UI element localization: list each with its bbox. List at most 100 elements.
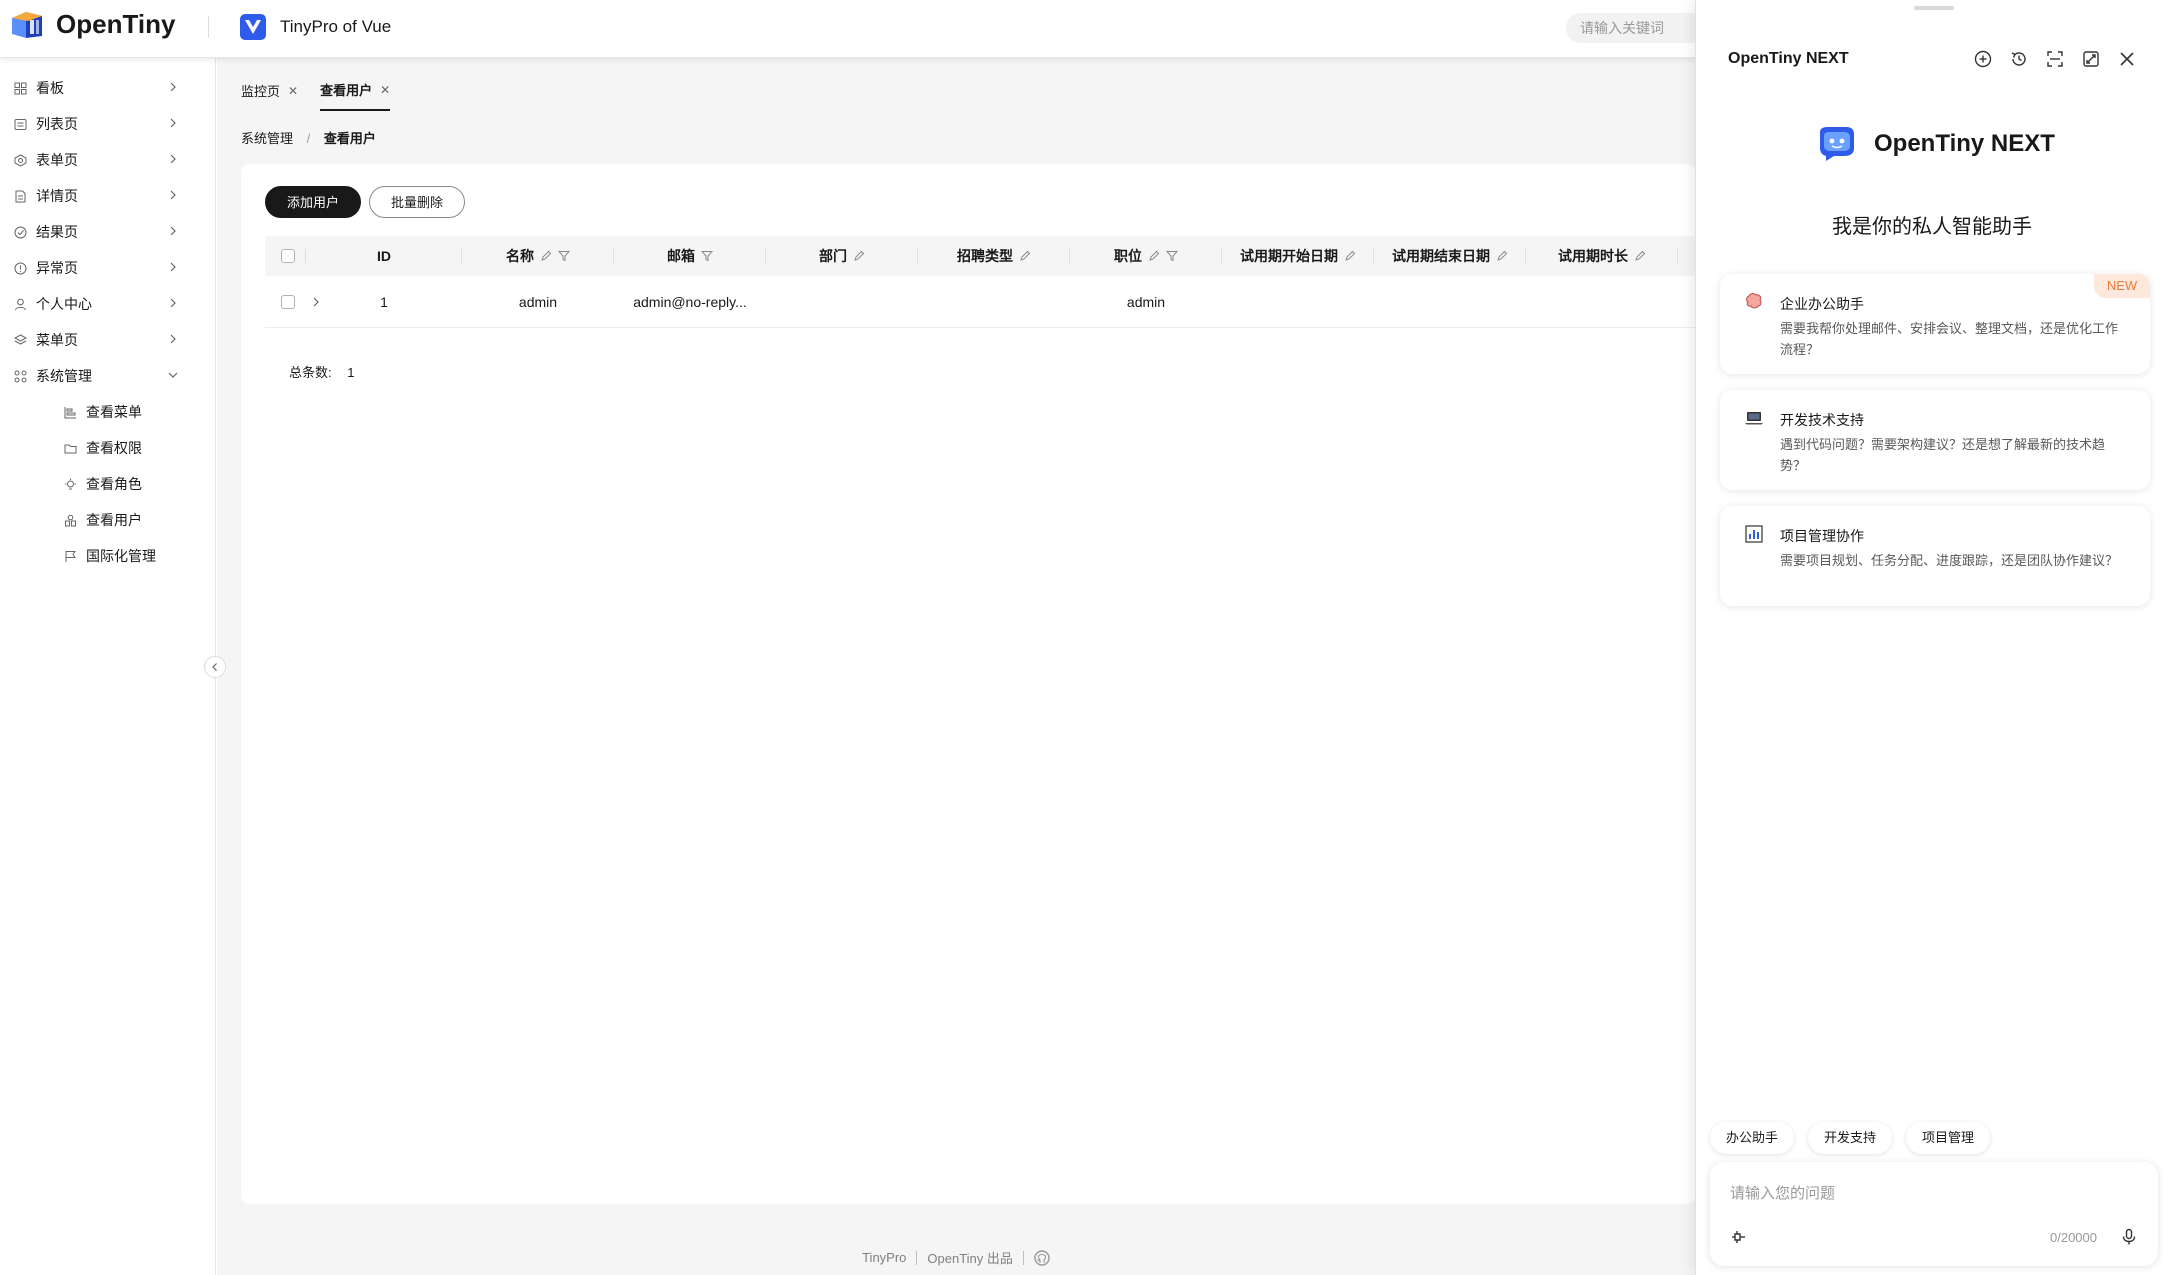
chevron-right-icon [170, 190, 176, 200]
sidebar-subitem-label: 查看用户 [86, 512, 142, 528]
exception-icon [14, 262, 27, 275]
edit-icon[interactable] [1634, 250, 1646, 262]
tab-label: 监控页 [241, 84, 281, 99]
filter-icon[interactable] [558, 250, 570, 262]
column-header-department: 部门 [767, 236, 917, 276]
app-name: TinyPro of Vue [280, 17, 392, 36]
github-icon[interactable] [1034, 1249, 1050, 1266]
opentiny-logo[interactable]: OpenTiny [10, 8, 175, 40]
total-label: 总条数: [289, 365, 332, 380]
chat-input[interactable]: 请输入您的问题 [1730, 1182, 1835, 1203]
cell-probation-end [1375, 276, 1525, 328]
edit-icon[interactable] [1148, 250, 1160, 262]
tab-view-users[interactable]: 查看用户 ✕ [320, 80, 391, 111]
sidebar-item-dashboard[interactable]: 看板 [0, 70, 215, 106]
column-header-id: ID [377, 248, 391, 264]
drag-handle[interactable] [1914, 6, 1954, 10]
feature-card-office[interactable]: NEW 企业办公助手 需要我帮你处理邮件、安排会议、整理文档，还是优化工作流程？ [1720, 274, 2150, 374]
cell-position: admin [1126, 294, 1166, 310]
edit-icon[interactable] [1496, 250, 1508, 262]
page-footer: TinyPro OpenTiny 出品 [217, 1248, 1695, 1267]
sidebar-item-profile[interactable]: 个人中心 [0, 286, 215, 322]
new-chat-button[interactable] [1972, 48, 1994, 70]
filter-icon[interactable] [1166, 250, 1178, 262]
footer-maker[interactable]: OpenTiny 出品 [927, 1248, 1013, 1267]
breadcrumb-current: 查看用户 [323, 131, 376, 146]
user-icon [15, 298, 26, 311]
plug-icon[interactable] [1730, 1228, 1748, 1246]
add-user-button[interactable]: 添加用户 [265, 186, 361, 218]
header-divider [208, 16, 209, 38]
feature-card-desc: 需要项目规划、任务分配、进度跟踪，还是团队协作建议？ [1780, 553, 2119, 568]
feature-card-dev[interactable]: 开发技术支持 遇到代码问题？需要架构建议？还是想了解最新的技术趋势？ [1720, 390, 2150, 490]
history-button[interactable] [2008, 48, 2030, 70]
expand-button[interactable] [2080, 48, 2102, 70]
edit-icon[interactable] [1344, 250, 1356, 262]
quick-chips: 办公助手 开发支持 项目管理 [1710, 1122, 2004, 1154]
row-checkbox[interactable] [281, 295, 295, 309]
sidebar-item-detail[interactable]: 详情页 [0, 178, 215, 214]
chip-office[interactable]: 办公助手 [1710, 1122, 1795, 1154]
sidebar-item-label: 菜单页 [36, 332, 78, 348]
microphone-icon[interactable] [2120, 1228, 2138, 1246]
panel-toolbar [1972, 48, 2152, 70]
sidebar-item-result[interactable]: 结果页 [0, 214, 215, 250]
close-icon[interactable]: ✕ [288, 84, 298, 98]
select-all-checkbox[interactable] [281, 249, 295, 263]
total-count: 总条数: 1 [289, 362, 354, 381]
column-header-email: 邮箱 [615, 236, 765, 276]
sidebar-item-exception[interactable]: 异常页 [0, 250, 215, 286]
result-icon [14, 226, 27, 239]
sidebar-collapse-button[interactable] [204, 656, 226, 678]
cell-recruit-type [919, 276, 1069, 328]
menu-icon [14, 334, 27, 345]
close-icon [2120, 52, 2134, 66]
sidebar-subitem-i18n[interactable]: 国际化管理 [0, 538, 215, 574]
edit-icon[interactable] [1019, 250, 1031, 262]
users-icon [65, 514, 76, 527]
sidebar-item-list[interactable]: 列表页 [0, 106, 215, 142]
sidebar-item-label: 详情页 [36, 188, 78, 204]
close-icon[interactable]: ✕ [380, 83, 390, 97]
footer-brand[interactable]: TinyPro [862, 1250, 906, 1265]
chevron-right-icon [170, 154, 176, 164]
chart-icon [1745, 525, 1763, 543]
cell-probation-duration [1527, 276, 1677, 328]
sidebar-subitem-label: 查看角色 [86, 476, 142, 492]
sidebar-item-form[interactable]: 表单页 [0, 142, 215, 178]
chat-input-box[interactable]: 请输入您的问题 0/20000 [1710, 1162, 2158, 1266]
chip-project[interactable]: 项目管理 [1906, 1122, 1991, 1154]
sidebar-subitem-menus[interactable]: 查看菜单 [0, 394, 215, 430]
filter-icon[interactable] [701, 250, 713, 262]
sidebar-subitem-permissions[interactable]: 查看权限 [0, 430, 215, 466]
bulb-icon [65, 478, 76, 490]
close-panel-button[interactable] [2116, 48, 2138, 70]
edit-icon[interactable] [540, 250, 552, 262]
breadcrumb-parent[interactable]: 系统管理 [241, 131, 293, 146]
table-row[interactable]: 1 admin admin@no-reply... admin [265, 276, 1695, 328]
cell-id: 1 [380, 294, 388, 310]
sidebar-item-menu[interactable]: 菜单页 [0, 322, 215, 358]
breadcrumb: 系统管理 / 查看用户 [241, 128, 376, 147]
tab-monitor[interactable]: 监控页 ✕ [241, 80, 298, 111]
sidebar-subitem-roles[interactable]: 查看角色 [0, 466, 215, 502]
sidebar-item-label: 表单页 [36, 152, 78, 168]
user-table-card: 添加用户 批量删除 ID 名称 邮箱 部门 招聘类型 职位 试用期开始日期 试用… [241, 164, 1695, 1204]
fit-screen-button[interactable] [2044, 48, 2066, 70]
user-table: ID 名称 邮箱 部门 招聘类型 职位 试用期开始日期 试用期结束日期 试用期时… [265, 236, 1695, 328]
dashboard-icon [14, 82, 27, 95]
chevron-right-icon [170, 118, 176, 128]
chip-dev[interactable]: 开发支持 [1808, 1122, 1893, 1154]
feature-card-project[interactable]: 项目管理协作 需要项目规划、任务分配、进度跟踪，还是团队协作建议？ [1720, 506, 2150, 606]
sidebar-item-label: 异常页 [36, 260, 78, 276]
app-title: TinyPro of Vue [240, 14, 391, 40]
batch-delete-button[interactable]: 批量删除 [369, 186, 465, 218]
tab-label: 查看用户 [320, 83, 373, 98]
sidebar-item-system[interactable]: 系统管理 [0, 358, 215, 394]
menu-tree-icon [64, 407, 76, 419]
sidebar-subitem-users[interactable]: 查看用户 [0, 502, 215, 538]
search-input[interactable]: 请输入关键词 [1566, 13, 1706, 43]
edit-icon[interactable] [853, 250, 865, 262]
sidebar: 看板 列表页 表单页 详情页 结果页 异常页 个人中心 菜单页 系统管理 查看菜… [0, 58, 216, 1275]
laptop-icon [1745, 412, 1763, 425]
